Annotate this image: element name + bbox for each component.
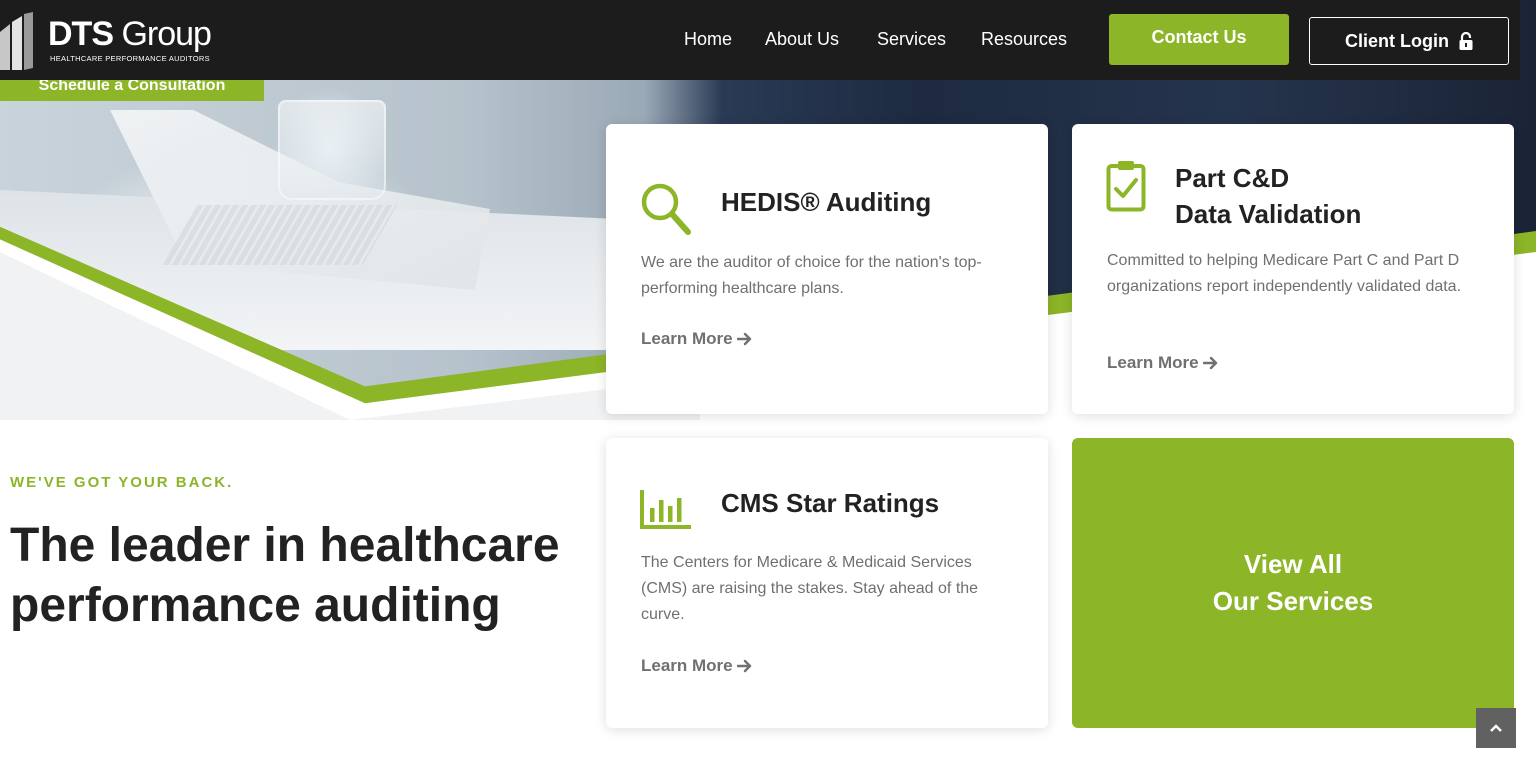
chevron-up-icon: [1490, 724, 1502, 732]
learn-more-link[interactable]: Learn More: [641, 329, 753, 349]
card-title-line-1: Part C&D: [1175, 163, 1290, 193]
nav-home[interactable]: Home: [684, 29, 732, 50]
arrow-right-icon: [736, 332, 751, 346]
client-login-label: Client Login: [1345, 30, 1449, 51]
section-headline: The leader in healthcare performance aud…: [10, 519, 560, 632]
nav-resources[interactable]: Resources: [981, 29, 1067, 50]
learn-more-label: Learn More: [641, 656, 733, 675]
card-description: Committed to helping Medicare Part C and…: [1107, 252, 1462, 295]
service-card-cms-star-ratings[interactable]: CMS Star Ratings The Centers for Medicar…: [606, 438, 1048, 728]
site-header: DTS Group HEALTHCARE PERFORMANCE AUDITOR…: [0, 0, 1520, 80]
unlock-icon: [1459, 32, 1473, 50]
logo[interactable]: DTS Group HEALTHCARE PERFORMANCE AUDITOR…: [0, 10, 220, 70]
nav-services[interactable]: Services: [877, 29, 946, 50]
card-description: The Centers for Medicare & Medicaid Serv…: [641, 554, 979, 623]
clipboard-check-icon: [1106, 161, 1146, 212]
scroll-to-top-button[interactable]: [1476, 708, 1516, 748]
learn-more-link[interactable]: Learn More: [1107, 353, 1219, 373]
learn-more-label: Learn More: [1107, 353, 1199, 372]
bar-chart-icon: [640, 490, 691, 529]
arrow-right-icon: [736, 659, 751, 673]
view-all-line-1: View All: [1243, 549, 1343, 579]
hero-glass: [278, 100, 386, 200]
logo-mark-icon: [0, 12, 33, 70]
card-title-line-2: Data Validation: [1175, 199, 1362, 229]
logo-name-regular: Group: [121, 15, 211, 53]
service-card-part-cd[interactable]: Part C&D Data Validation Committed to he…: [1072, 124, 1514, 414]
contact-us-button[interactable]: Contact Us: [1109, 14, 1289, 65]
card-title: Part C&D Data Validation: [1175, 160, 1361, 232]
learn-more-label: Learn More: [641, 329, 733, 348]
view-all-line-2: Our Services: [1212, 586, 1374, 616]
logo-tagline: HEALTHCARE PERFORMANCE AUDITORS: [50, 54, 210, 63]
nav-about-us[interactable]: About Us: [765, 29, 839, 50]
card-title: HEDIS® Auditing: [721, 187, 932, 217]
card-title: CMS Star Ratings: [721, 488, 940, 518]
card-description: We are the auditor of choice for the nat…: [641, 254, 982, 297]
hero-laptop-keyboard: [162, 205, 398, 265]
logo-name-bold: DTS: [48, 15, 114, 53]
section-eyebrow: WE'VE GOT YOUR BACK.: [10, 474, 234, 491]
magnifier-icon: [641, 183, 691, 235]
arrow-right-icon: [1202, 356, 1217, 370]
view-all-services-button[interactable]: View All Our Services: [1072, 438, 1514, 728]
client-login-button[interactable]: Client Login: [1309, 17, 1509, 65]
service-card-hedis[interactable]: HEDIS® Auditing We are the auditor of ch…: [606, 124, 1048, 414]
logo-name: DTS Group: [48, 15, 212, 53]
learn-more-link[interactable]: Learn More: [641, 656, 753, 676]
